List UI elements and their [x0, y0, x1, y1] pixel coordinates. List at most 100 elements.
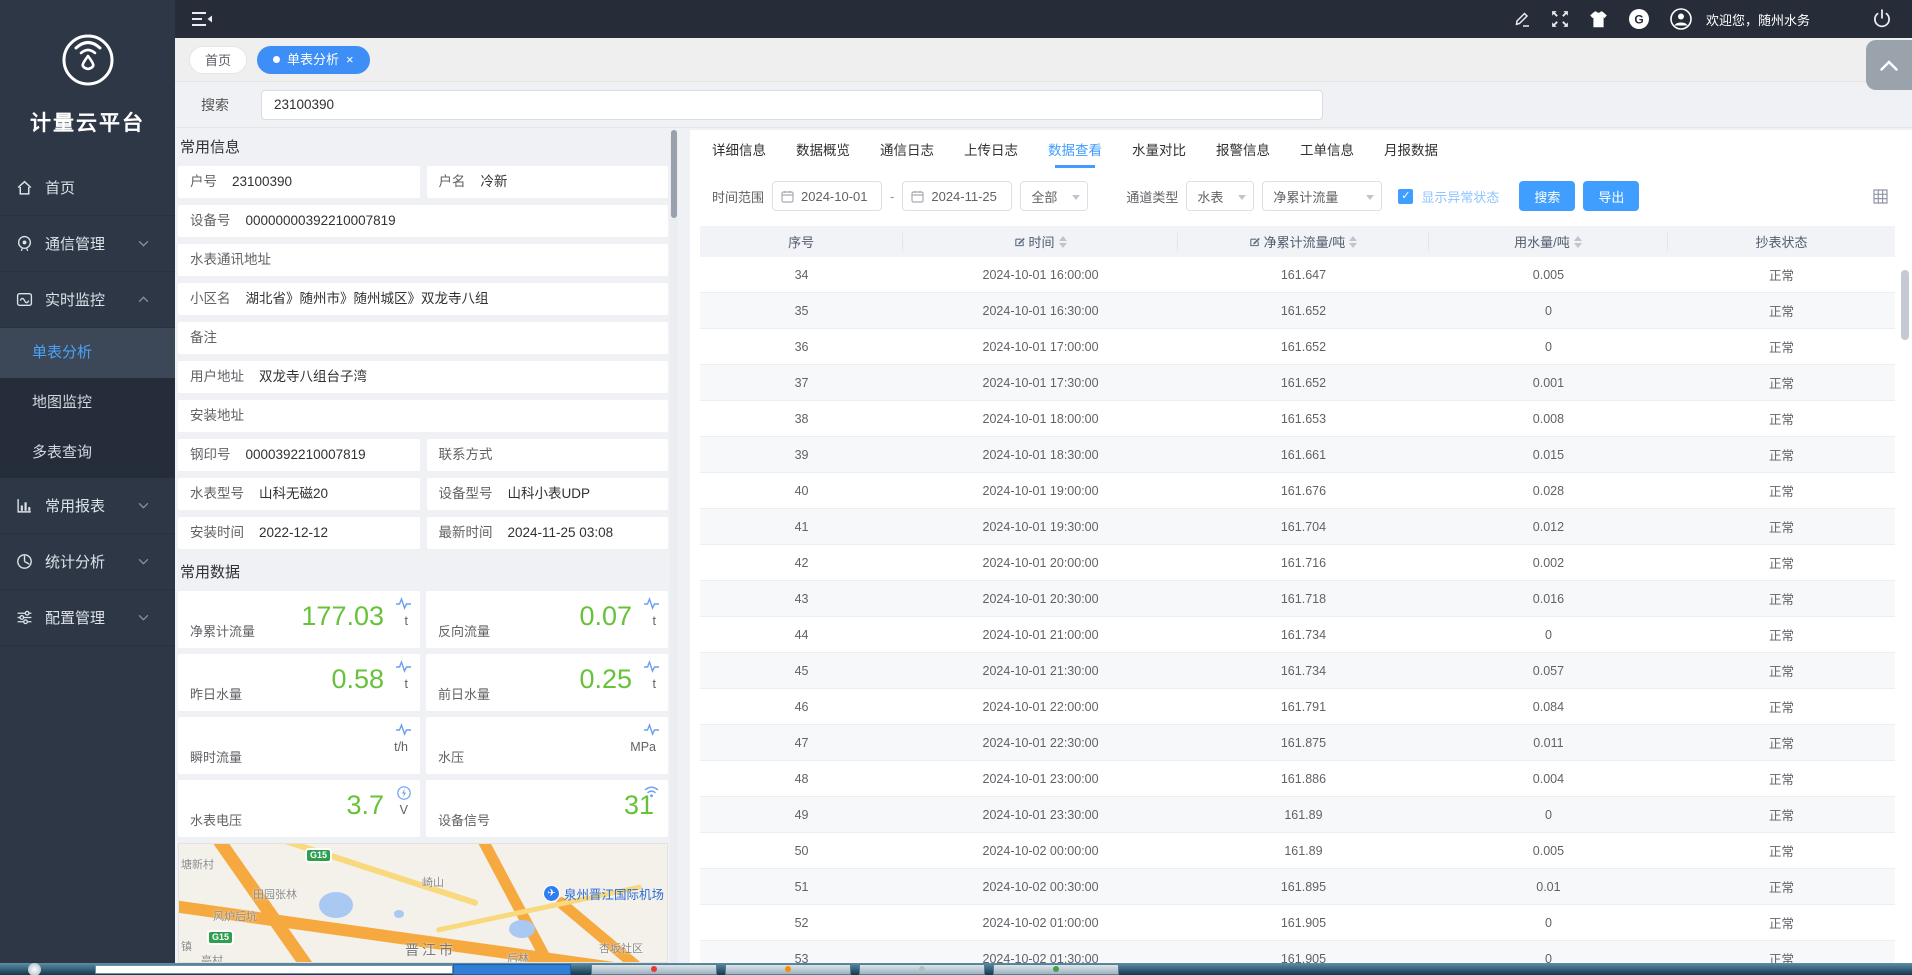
collapse-sidebar-icon[interactable] — [191, 10, 213, 28]
table-row[interactable]: 472024-10-01 22:30:00161.8750.011正常 — [700, 725, 1895, 761]
metric-select[interactable]: 净累计流量 — [1262, 181, 1382, 211]
sidebar-item-config-management[interactable]: 配置管理 — [0, 590, 175, 646]
tab-alarm-info[interactable]: 报警信息 — [1216, 139, 1270, 168]
table-row[interactable]: 402024-10-01 19:00:00161.6760.028正常 — [700, 473, 1895, 509]
table-row[interactable]: 502024-10-02 00:00:00161.890.005正常 — [700, 833, 1895, 869]
cell-status: 正常 — [1668, 733, 1895, 752]
taskbar-window[interactable] — [591, 964, 717, 975]
table-row[interactable]: 492024-10-01 23:30:00161.890正常 — [700, 797, 1895, 833]
sidebar-item-home[interactable]: 首页 — [0, 160, 175, 216]
sidebar-item-realtime-monitor[interactable]: 实时监控 — [0, 272, 175, 328]
table-row[interactable]: 462024-10-01 22:00:00161.7910.084正常 — [700, 689, 1895, 725]
google-circle-icon[interactable]: G — [1628, 8, 1650, 30]
map-label: 塘新村 — [181, 856, 214, 872]
tab-home[interactable]: 首页 — [189, 46, 247, 74]
col-status[interactable]: 抄表状态 — [1668, 233, 1895, 251]
table-body: 342024-10-01 16:00:00161.6470.005正常 3520… — [700, 257, 1895, 975]
table-row[interactable]: 432024-10-01 20:30:00161.7180.016正常 — [700, 581, 1895, 617]
table-row[interactable]: 352024-10-01 16:30:00161.6520正常 — [700, 293, 1895, 329]
col-seq[interactable]: 序号 — [700, 233, 903, 251]
table-row[interactable]: 362024-10-01 17:00:00161.6520正常 — [700, 329, 1895, 365]
table-row[interactable]: 382024-10-01 18:00:00161.6530.008正常 — [700, 401, 1895, 437]
sidebar-item-map-monitor[interactable]: 地图监控 — [0, 378, 175, 428]
table-row[interactable]: 452024-10-01 21:30:00161.7340.057正常 — [700, 653, 1895, 689]
cell-usage: 0.005 — [1429, 844, 1668, 858]
table-row[interactable]: 512024-10-02 00:30:00161.8950.01正常 — [700, 869, 1895, 905]
cell-total: 161.734 — [1178, 628, 1429, 642]
left-panel-scrollbar[interactable] — [670, 130, 678, 963]
tab-upload-log[interactable]: 上传日志 — [964, 139, 1018, 168]
cell-time: 2024-10-01 20:00:00 — [903, 556, 1178, 570]
table-row[interactable]: 372024-10-01 17:30:00161.6520.001正常 — [700, 365, 1895, 401]
date-from-input[interactable]: 2024-10-01 — [772, 181, 882, 211]
taskbar-window[interactable] — [859, 964, 985, 975]
stats-section-title: 常用数据 — [180, 561, 668, 582]
tab-data-view[interactable]: 数据查看 — [1048, 139, 1102, 168]
sort-icon[interactable] — [1059, 236, 1067, 248]
table-row[interactable]: 422024-10-01 20:00:00161.7160.002正常 — [700, 545, 1895, 581]
table-row[interactable]: 412024-10-01 19:30:00161.7040.012正常 — [700, 509, 1895, 545]
export-button[interactable]: 导出 — [1583, 181, 1639, 211]
table-row[interactable]: 342024-10-01 16:00:00161.6470.005正常 — [700, 257, 1895, 293]
pulse-icon — [396, 723, 411, 736]
taskbar-window[interactable] — [725, 964, 851, 975]
column-settings-icon[interactable] — [1873, 189, 1888, 204]
fullscreen-icon[interactable] — [1551, 10, 1569, 28]
sort-icon[interactable] — [1574, 236, 1582, 248]
start-button[interactable] — [28, 963, 41, 975]
airplane-icon: ✈ — [543, 885, 560, 902]
sidebar-item-single-meter-analysis[interactable]: 单表分析 — [0, 328, 175, 378]
user-avatar-icon[interactable] — [1670, 8, 1692, 30]
search-button[interactable]: 搜索 — [1519, 181, 1575, 211]
cell-time: 2024-10-01 23:00:00 — [903, 772, 1178, 786]
cell-time: 2024-10-01 17:30:00 — [903, 376, 1178, 390]
cell-usage: 0.084 — [1429, 700, 1668, 714]
edit-pencil-icon[interactable] — [1513, 10, 1531, 28]
tab-water-compare[interactable]: 水量对比 — [1132, 139, 1186, 168]
tab-data-overview[interactable]: 数据概览 — [796, 139, 850, 168]
scroll-top-button[interactable] — [1866, 40, 1912, 90]
card-meter-voltage: 水表电压3.7V — [178, 780, 420, 837]
table-row[interactable]: 522024-10-02 01:00:00161.9050正常 — [700, 905, 1895, 941]
tab-monthly-report[interactable]: 月报数据 — [1384, 139, 1438, 168]
field-device-no: 设备号00000000392210007819 — [178, 205, 668, 237]
search-input[interactable] — [261, 90, 1323, 120]
sidebar-item-statistics-analysis[interactable]: 统计分析 — [0, 534, 175, 590]
channel-select[interactable]: 水表 — [1186, 181, 1254, 211]
taskbar-search[interactable] — [95, 965, 453, 974]
taskbar-window[interactable] — [993, 964, 1119, 975]
location-map[interactable]: G15 G15 塘新村 田园张林 崎山 风炉后坑 镇 亳村 晋江市 后林 杏坂社… — [178, 843, 668, 963]
tab-comm-log[interactable]: 通信日志 — [880, 139, 934, 168]
tab-detail-info[interactable]: 详细信息 — [712, 139, 766, 168]
cell-time: 2024-10-01 19:00:00 — [903, 484, 1178, 498]
sidebar-item-multi-meter-query[interactable]: 多表查询 — [0, 428, 175, 478]
table-row[interactable]: 442024-10-01 21:00:00161.7340正常 — [700, 617, 1895, 653]
sidebar-item-communication[interactable]: 通信管理 — [0, 216, 175, 272]
show-abnormal-checkbox[interactable]: ✓ — [1398, 189, 1413, 204]
close-tab-icon[interactable]: × — [346, 46, 354, 74]
col-time[interactable]: 时间 — [903, 233, 1178, 251]
taskbar-search-button[interactable] — [453, 964, 571, 975]
col-usage[interactable]: 用水量/吨 — [1429, 233, 1668, 251]
table-row[interactable]: 482024-10-01 23:00:00161.8860.004正常 — [700, 761, 1895, 797]
sort-icon[interactable] — [1349, 236, 1357, 248]
airport-marker[interactable]: ✈ 泉州晋江国际机场 — [543, 884, 664, 903]
tab-single-meter-analysis[interactable]: 单表分析 × — [257, 46, 370, 74]
sidebar-item-common-reports[interactable]: 常用报表 — [0, 478, 175, 534]
tab-work-order[interactable]: 工单信息 — [1300, 139, 1354, 168]
sidebar: 计量云平台 首页 通信管理 实时监控 单表分析 地图监控 多表查询 常用报表 — [0, 0, 175, 963]
table-row[interactable]: 392024-10-01 18:30:00161.6610.015正常 — [700, 437, 1895, 473]
theme-shirt-icon[interactable] — [1589, 11, 1608, 28]
power-icon[interactable] — [1872, 9, 1892, 29]
table-scrollbar[interactable] — [1901, 240, 1909, 955]
cell-total: 161.661 — [1178, 448, 1429, 462]
show-abnormal-label[interactable]: 显示异常状态 — [1421, 187, 1499, 206]
scrollbar-thumb[interactable] — [1901, 270, 1909, 340]
granularity-select[interactable]: 全部 — [1020, 181, 1088, 211]
scrollbar-thumb[interactable] — [671, 130, 677, 218]
cell-time: 2024-10-01 22:30:00 — [903, 736, 1178, 750]
col-total[interactable]: 净累计流量/吨 — [1178, 233, 1429, 251]
cell-status: 正常 — [1668, 769, 1895, 788]
date-to-input[interactable]: 2024-11-25 — [902, 181, 1012, 211]
svg-text:G: G — [1634, 13, 1643, 27]
